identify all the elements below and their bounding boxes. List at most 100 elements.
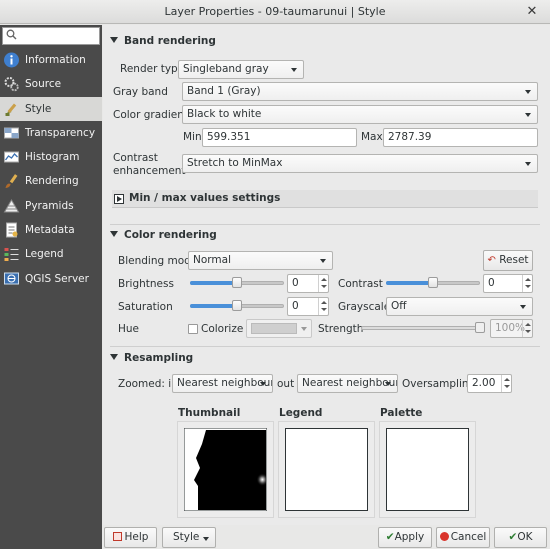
rendering-icon (5, 174, 18, 189)
collapse-triangle-icon (110, 37, 118, 43)
cancel-icon (439, 532, 449, 541)
sidebar-item-style[interactable]: Style (0, 96, 102, 121)
strength-label: Strength (318, 323, 364, 335)
collapse-triangle-icon (110, 354, 118, 360)
zoomed-out-label: out (277, 378, 295, 390)
sidebar-item-label: Source (25, 78, 62, 91)
help-icon (112, 532, 122, 541)
sidebar-item-transparency[interactable]: Transparency (0, 121, 102, 145)
source-icon (4, 77, 19, 92)
legend-label: Legend (279, 407, 323, 419)
sidebar-item-histogram[interactable]: Histogram (0, 145, 102, 169)
check-icon: ✔ (508, 531, 518, 543)
band-rendering-header[interactable]: Band rendering (110, 35, 216, 47)
style-menu-button[interactable]: Style (162, 527, 216, 548)
spin-arrows-icon[interactable] (522, 320, 532, 337)
min-input[interactable]: 599.351 (202, 128, 357, 147)
sidebar-item-metadata[interactable]: Metadata (0, 218, 102, 242)
resampling-header[interactable]: Resampling (110, 352, 193, 364)
saturation-spinbox[interactable]: 0 (287, 297, 329, 316)
thumbnail-label: Thumbnail (178, 407, 241, 419)
thumbnail-image (184, 428, 267, 511)
sidebar-item-legend[interactable]: Legend (0, 242, 102, 266)
legend-preview (285, 428, 368, 511)
expand-icon (114, 194, 124, 204)
title-bar: Layer Properties - 09-taumarunui | Style… (0, 0, 550, 24)
spin-arrows-icon[interactable] (318, 298, 328, 315)
qgis-server-icon (4, 272, 19, 285)
oversampling-spinbox[interactable]: 2.00 (467, 374, 512, 393)
zoomed-in-label: Zoomed: in (118, 378, 178, 390)
minmax-settings-group[interactable]: Min / max values settings (112, 190, 538, 208)
help-button[interactable]: Help (104, 527, 157, 548)
search-input[interactable] (2, 27, 100, 45)
sidebar-nav: Information Source Style Transparency Hi… (0, 48, 102, 291)
sidebar-item-label: Pyramids (25, 199, 74, 212)
sidebar: Information Source Style Transparency Hi… (0, 25, 102, 549)
max-label: Max (361, 131, 383, 143)
grayscale-label: Grayscale (338, 301, 391, 313)
strength-slider[interactable] (361, 322, 485, 334)
colorize-color-button[interactable] (246, 319, 312, 338)
histogram-icon (4, 151, 19, 163)
sidebar-item-label: Style (25, 102, 52, 115)
blending-mode-label: Blending mode (118, 255, 198, 267)
pyramids-icon (3, 198, 20, 213)
colorize-label: Colorize (201, 323, 244, 335)
render-type-label: Render type (120, 63, 185, 75)
saturation-label: Saturation (118, 301, 173, 313)
close-icon[interactable]: ✕ (524, 4, 540, 20)
render-type-select[interactable]: Singleband gray (178, 60, 304, 79)
metadata-icon (6, 222, 18, 238)
contrast-enhancement-label-2: enhancement (113, 165, 186, 177)
max-input[interactable]: 2787.39 (383, 128, 538, 147)
reset-icon: ↶ (487, 255, 496, 266)
sidebar-item-pyramids[interactable]: Pyramids (0, 194, 102, 218)
sidebar-item-source[interactable]: Source (0, 72, 102, 96)
sidebar-item-label: Legend (25, 248, 64, 261)
sidebar-item-label: Histogram (25, 151, 80, 164)
legend-icon (4, 248, 19, 262)
spin-arrows-icon[interactable] (501, 375, 511, 392)
contrast-enhancement-label: Contrast (113, 152, 158, 164)
sidebar-item-qgis-server[interactable]: QGIS Server (0, 267, 102, 291)
spin-arrows-icon[interactable] (522, 275, 532, 292)
brightness-slider[interactable] (190, 277, 284, 289)
contrast-slider[interactable] (386, 277, 480, 289)
saturation-slider[interactable] (190, 300, 284, 312)
spin-arrows-icon[interactable] (318, 275, 328, 292)
color-rendering-header[interactable]: Color rendering (110, 229, 217, 241)
colorize-checkbox[interactable] (188, 324, 198, 334)
palette-label: Palette (380, 407, 423, 419)
color-gradient-select[interactable]: Black to white (182, 105, 538, 124)
contrast-spinbox[interactable]: 0 (483, 274, 533, 293)
sidebar-item-information[interactable]: Information (0, 48, 102, 72)
zoomed-out-select[interactable]: Nearest neighbour (297, 374, 398, 393)
chevron-down-icon (203, 537, 209, 541)
gray-band-select[interactable]: Band 1 (Gray) (182, 82, 538, 101)
strength-spinbox[interactable]: 100% (490, 319, 533, 338)
apply-button[interactable]: ✔Apply (378, 527, 432, 548)
sidebar-item-rendering[interactable]: Rendering (0, 169, 102, 193)
divider (110, 346, 540, 347)
color-swatch (251, 323, 297, 334)
style-icon (5, 103, 17, 116)
reset-button[interactable]: ↶ Reset (483, 250, 533, 271)
brightness-spinbox[interactable]: 0 (287, 274, 329, 293)
contrast-enhancement-select[interactable]: Stretch to MinMax (182, 154, 538, 173)
palette-preview (386, 428, 469, 511)
blending-mode-select[interactable]: Normal (188, 251, 333, 270)
brightness-label: Brightness (118, 278, 174, 290)
sidebar-item-label: QGIS Server (25, 272, 89, 285)
contrast-label: Contrast (338, 278, 383, 290)
gray-band-label: Gray band (113, 86, 168, 98)
cancel-button[interactable]: Cancel (436, 527, 490, 548)
check-icon: ✔ (385, 531, 395, 543)
search-icon (6, 29, 17, 40)
collapse-triangle-icon (110, 231, 118, 237)
sidebar-item-label: Metadata (25, 224, 75, 237)
grayscale-select[interactable]: Off (386, 297, 533, 316)
ok-button[interactable]: ✔OK (494, 527, 547, 548)
color-gradient-label: Color gradient (113, 109, 188, 121)
zoomed-in-select[interactable]: Nearest neighbour (172, 374, 273, 393)
